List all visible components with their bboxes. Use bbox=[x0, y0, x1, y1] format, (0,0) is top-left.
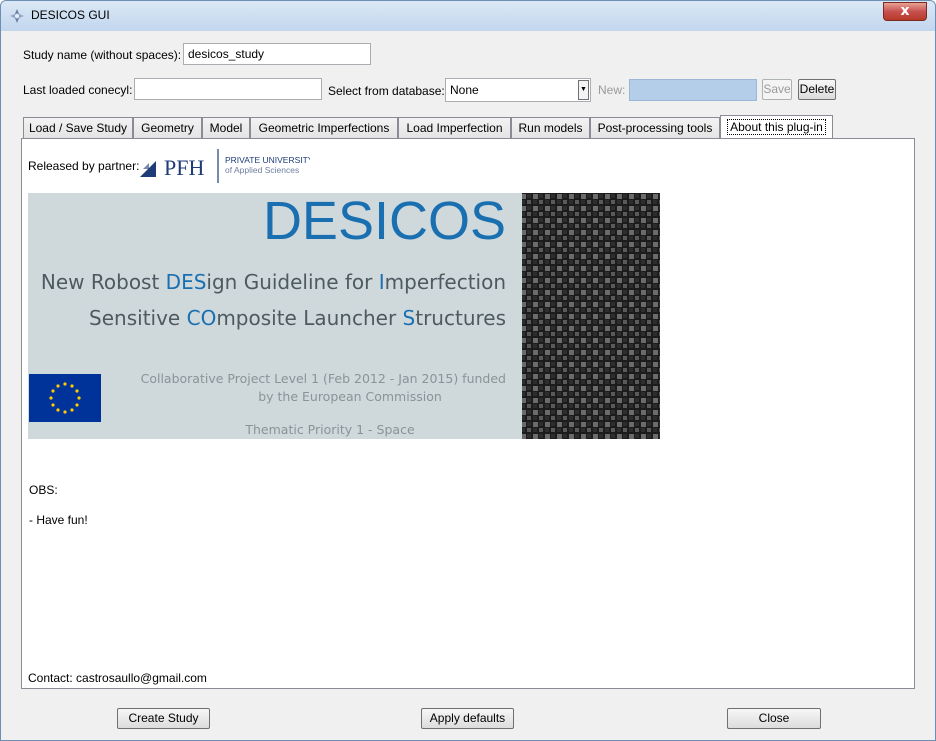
tab-load-imperfection[interactable]: Load Imperfection bbox=[398, 117, 511, 139]
last-conecyl-input[interactable] bbox=[134, 78, 322, 100]
create-study-button[interactable]: Create Study bbox=[117, 708, 210, 729]
tab-geometry[interactable]: Geometry bbox=[133, 117, 202, 139]
tab-about-plugin-label: About this plug-in bbox=[727, 119, 826, 135]
apply-defaults-button[interactable]: Apply defaults bbox=[421, 708, 514, 729]
window-title: DESICOS GUI bbox=[31, 8, 110, 22]
new-entry-input[interactable] bbox=[629, 79, 757, 101]
tab-run-models[interactable]: Run models bbox=[511, 117, 590, 139]
contact-text: Contact: castrosaullo@gmail.com bbox=[28, 671, 207, 685]
desicos-banner: DESICOS New Robost DESign Guideline for … bbox=[28, 193, 660, 439]
pfh-logo-line1: PRIVATE UNIVERSITY bbox=[225, 155, 310, 165]
save-button[interactable]: Save bbox=[762, 79, 792, 100]
about-panel: Released by partner: PFH PRIVATE UNIVERS… bbox=[21, 138, 915, 689]
close-button[interactable]: Close bbox=[727, 708, 821, 729]
tab-model[interactable]: Model bbox=[202, 117, 250, 139]
partner-label: Released by partner: bbox=[28, 159, 140, 173]
delete-button[interactable]: Delete bbox=[798, 79, 836, 100]
tab-post-processing-tools[interactable]: Post-processing tools bbox=[590, 117, 720, 139]
pfh-logo-line2: of Applied Sciences bbox=[225, 165, 299, 175]
banner-thematic: Thematic Priority 1 - Space bbox=[244, 422, 415, 437]
chevron-down-icon[interactable]: ▼ bbox=[578, 80, 589, 100]
app-window: DESICOS GUI x Study name (without spaces… bbox=[0, 0, 936, 741]
pfh-logo-name: PFH bbox=[164, 155, 204, 180]
desicos-app-icon bbox=[10, 9, 24, 23]
tab-geometric-imperfections[interactable]: Geometric Imperfections bbox=[250, 117, 398, 139]
banner-project-line2: by the European Commission bbox=[258, 389, 442, 404]
banner-line2: Sensitive COmposite Launcher Structures bbox=[89, 306, 506, 330]
title-bar[interactable]: DESICOS GUI x bbox=[1, 1, 935, 31]
obs-label: OBS: bbox=[29, 483, 58, 497]
banner-title: DESICOS bbox=[263, 193, 506, 251]
tab-load-save-study[interactable]: Load / Save Study bbox=[23, 117, 133, 139]
obs-note: - Have fun! bbox=[29, 513, 88, 527]
pfh-logo: PFH PRIVATE UNIVERSITY of Applied Scienc… bbox=[140, 149, 310, 183]
window-close-button[interactable]: x bbox=[883, 2, 927, 21]
study-name-input[interactable]: desicos_study bbox=[183, 43, 371, 65]
last-conecyl-label: Last loaded conecyl: bbox=[23, 83, 133, 97]
dialog-client: Study name (without spaces): desicos_stu… bbox=[7, 31, 929, 736]
banner-line1: New Robost DESign Guideline for Imperfec… bbox=[41, 270, 506, 294]
banner-project-line1: Collaborative Project Level 1 (Feb 2012 … bbox=[141, 371, 506, 386]
database-select[interactable]: None ▼ bbox=[445, 78, 591, 102]
database-label: Select from database: bbox=[328, 84, 445, 98]
study-name-label: Study name (without spaces): bbox=[23, 48, 182, 62]
database-selected-value: None bbox=[450, 83, 479, 97]
eu-flag-icon bbox=[29, 374, 101, 422]
tab-about-plugin[interactable]: About this plug-in bbox=[720, 115, 833, 140]
new-label: New: bbox=[598, 83, 626, 97]
